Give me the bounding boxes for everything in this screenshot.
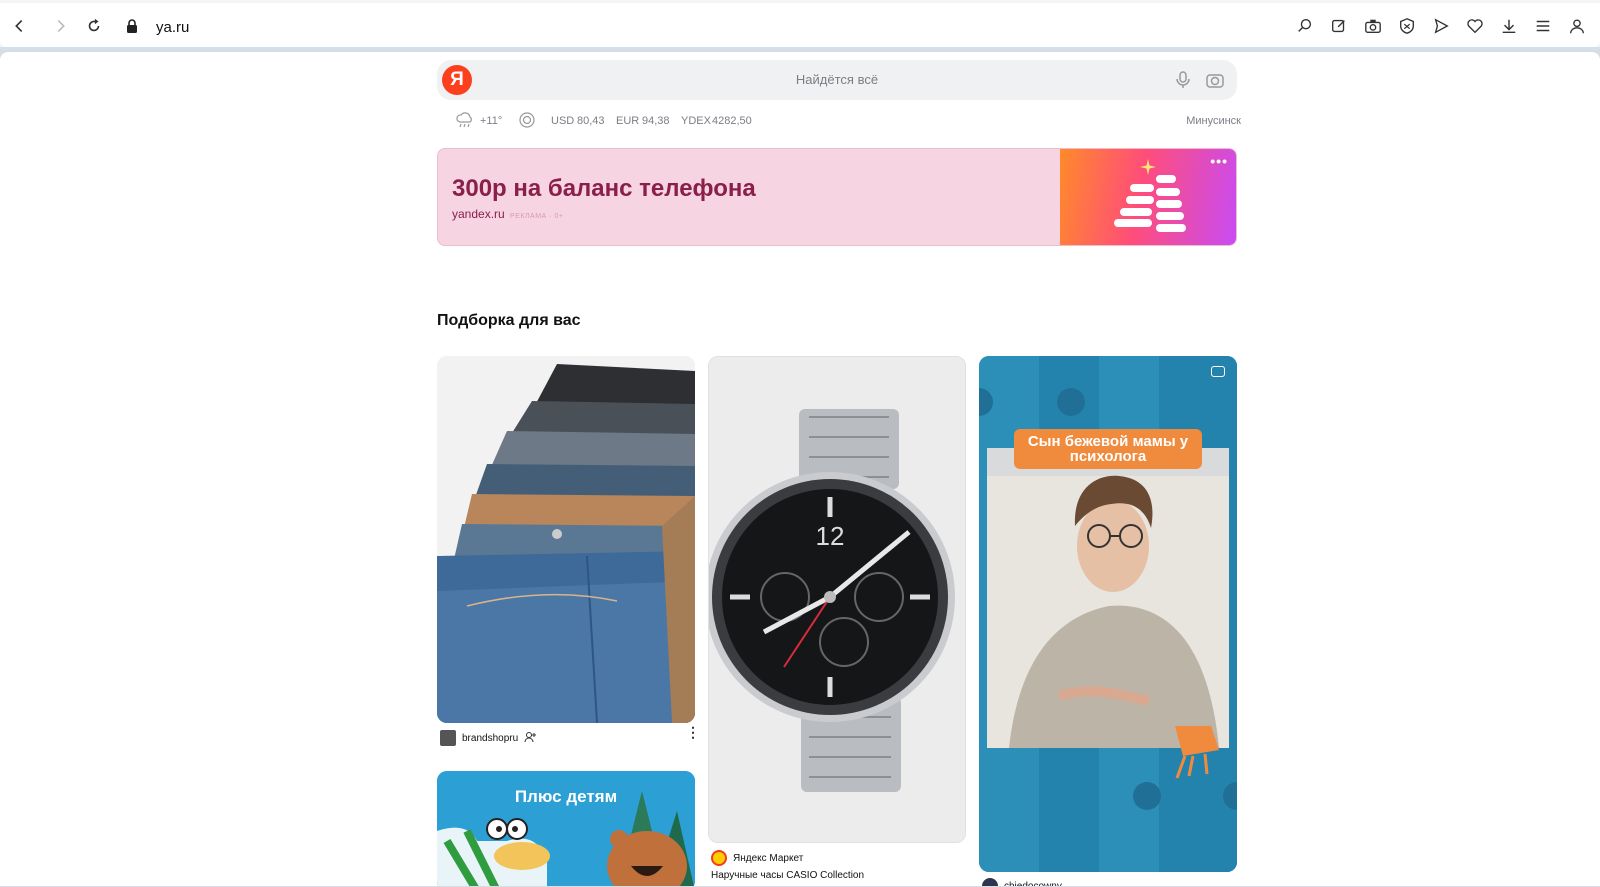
- ad-banner[interactable]: 300р на баланс телефона yandex.ru РЕКЛАМ…: [437, 148, 1237, 246]
- more-menu-icon[interactable]: ⋮: [686, 724, 700, 741]
- usd-value[interactable]: 80,43: [577, 115, 605, 127]
- banner-chip: [1130, 184, 1154, 192]
- download-icon[interactable]: [1498, 15, 1520, 37]
- microphone-icon[interactable]: [1175, 70, 1191, 95]
- menu-lines-icon[interactable]: [1532, 15, 1554, 37]
- camera-search-icon[interactable]: [1205, 70, 1225, 95]
- banner-chip: [1114, 219, 1152, 227]
- url-text[interactable]: ya.ru: [156, 19, 189, 36]
- city-name[interactable]: Минусинск: [1186, 115, 1241, 127]
- jeans-image: [437, 356, 695, 723]
- weather-icon[interactable]: [455, 112, 475, 131]
- forward-icon[interactable]: [50, 15, 72, 37]
- watch-image: 12: [709, 357, 965, 842]
- card-meta-watch: Яндекс Маркет: [711, 850, 803, 866]
- banner-domain: yandex.ru РЕКЛАМА · 0+: [452, 207, 563, 221]
- card-source[interactable]: Яндекс Маркет: [733, 853, 803, 864]
- edit-icon[interactable]: [1328, 15, 1350, 37]
- card-caption[interactable]: Наручные часы CASIO Collection: [711, 870, 864, 881]
- card-meta-video: chiedocowny: [982, 878, 1062, 886]
- address-bar: ya.ru: [0, 3, 1600, 47]
- ydex-label[interactable]: YDEX: [681, 115, 711, 127]
- ydex-value[interactable]: 4282,50: [712, 115, 752, 127]
- card-meta-jeans: brandshopru: [440, 730, 537, 746]
- search-box[interactable]: Я Найдётся всё: [437, 60, 1237, 100]
- air-quality-icon[interactable]: [518, 111, 536, 132]
- banner-chip: [1156, 212, 1184, 220]
- shield-icon[interactable]: [1396, 15, 1418, 37]
- send-icon[interactable]: [1430, 15, 1452, 37]
- back-icon[interactable]: [8, 15, 30, 37]
- camera-icon[interactable]: [1362, 15, 1384, 37]
- subscribe-icon[interactable]: [524, 731, 537, 746]
- banner-chip: [1156, 175, 1176, 183]
- market-avatar[interactable]: [711, 850, 727, 866]
- page-content: Я Найдётся всё +11° USD 80,43 EUR 94,38 …: [0, 52, 1600, 886]
- kids-banner-text: Плюс детям: [514, 787, 618, 806]
- banner-chip: [1156, 188, 1180, 196]
- heart-icon[interactable]: [1464, 15, 1486, 37]
- video-overlay-text: Сын бежевой мамы у психолога: [1014, 429, 1202, 469]
- star-icon: [1140, 159, 1156, 175]
- card-source[interactable]: chiedocowny: [1004, 881, 1062, 887]
- video-icon: [1211, 366, 1225, 377]
- browser-toolbar: ya.ru: [0, 0, 1600, 49]
- search-page-icon[interactable]: [1294, 15, 1316, 37]
- banner-image[interactable]: •••: [1060, 149, 1236, 245]
- browser-tools: [1294, 15, 1588, 37]
- card-source[interactable]: brandshopru: [462, 733, 518, 744]
- banner-title[interactable]: 300р на баланс телефона: [452, 175, 756, 203]
- feed-card-video[interactable]: Сын бежевой мамы у психолога: [979, 356, 1237, 872]
- eur-value[interactable]: 94,38: [642, 115, 670, 127]
- search-input[interactable]: Найдётся всё: [437, 72, 1237, 87]
- svg-text:12: 12: [816, 521, 845, 551]
- feed-title: Подборка для вас: [437, 312, 581, 329]
- feed-card-kids[interactable]: Плюс детям: [437, 771, 695, 886]
- banner-chip: [1156, 200, 1182, 208]
- channel-avatar[interactable]: [982, 878, 998, 886]
- profile-icon[interactable]: [1566, 15, 1588, 37]
- lock-icon[interactable]: [126, 19, 138, 38]
- feed-card-watch[interactable]: 12: [708, 356, 966, 843]
- more-options-icon[interactable]: •••: [1210, 153, 1228, 169]
- reload-icon[interactable]: [83, 15, 105, 37]
- usd-label[interactable]: USD: [551, 115, 574, 127]
- banner-chip: [1126, 196, 1154, 204]
- banner-chip: [1156, 224, 1186, 232]
- banner-chip: [1120, 208, 1152, 216]
- feed-card-jeans[interactable]: [437, 356, 695, 723]
- eur-label[interactable]: EUR: [616, 115, 639, 127]
- brand-avatar[interactable]: [440, 730, 456, 746]
- weather-temp[interactable]: +11°: [480, 115, 502, 127]
- info-bar: +11° USD 80,43 EUR 94,38 YDEX 4282,50 Ми…: [455, 112, 1241, 130]
- banner-domain-text[interactable]: yandex.ru: [452, 207, 505, 221]
- ad-label: РЕКЛАМА · 0+: [510, 213, 564, 220]
